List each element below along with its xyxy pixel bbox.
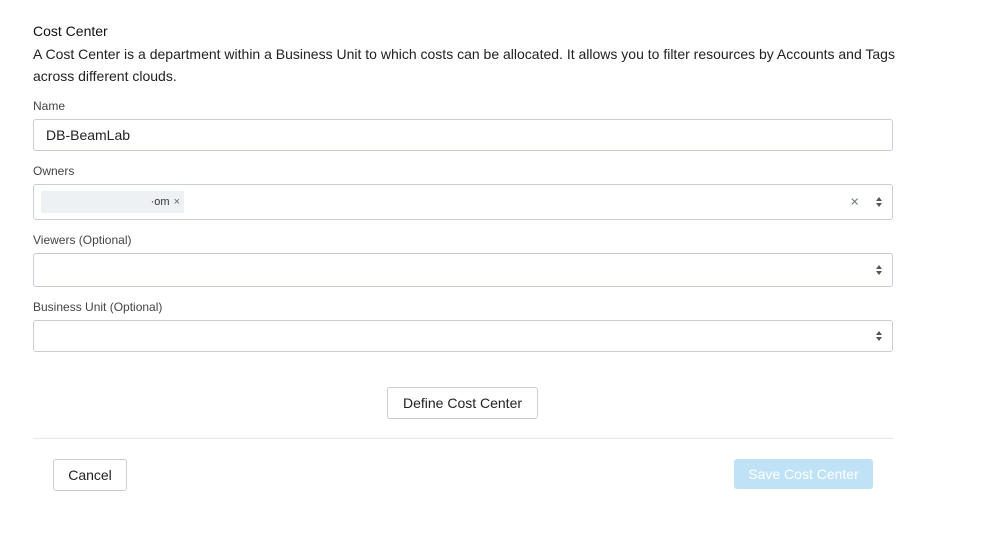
business-unit-label: Business Unit (Optional) (33, 300, 163, 314)
define-cost-center-button[interactable]: Define Cost Center (387, 387, 538, 419)
divider (33, 438, 893, 439)
owner-chip-label: ·om (150, 196, 170, 208)
viewers-select[interactable] (33, 253, 893, 287)
sort-arrows-icon[interactable] (876, 197, 883, 207)
name-label: Name (33, 99, 66, 113)
remove-icon[interactable]: × (174, 196, 180, 208)
name-input[interactable] (34, 120, 892, 150)
owner-chip: ·om × (41, 191, 184, 213)
page-title: Cost Center (33, 23, 108, 39)
owners-label: Owners (33, 164, 75, 178)
sort-arrows-icon[interactable] (876, 265, 883, 275)
viewers-label: Viewers (Optional) (33, 233, 132, 247)
page-description: A Cost Center is a department within a B… (33, 46, 895, 84)
business-unit-select[interactable] (33, 320, 893, 352)
cancel-button[interactable]: Cancel (53, 459, 127, 491)
sort-arrows-icon[interactable] (876, 331, 883, 341)
name-field-container (33, 119, 893, 151)
owners-select[interactable]: ·om × × (33, 184, 893, 220)
save-cost-center-button[interactable]: Save Cost Center (734, 459, 873, 489)
close-icon[interactable]: × (850, 194, 859, 211)
redacted-area (41, 191, 151, 213)
cost-center-form: Cost Center A Cost Center is a departmen… (0, 0, 986, 552)
